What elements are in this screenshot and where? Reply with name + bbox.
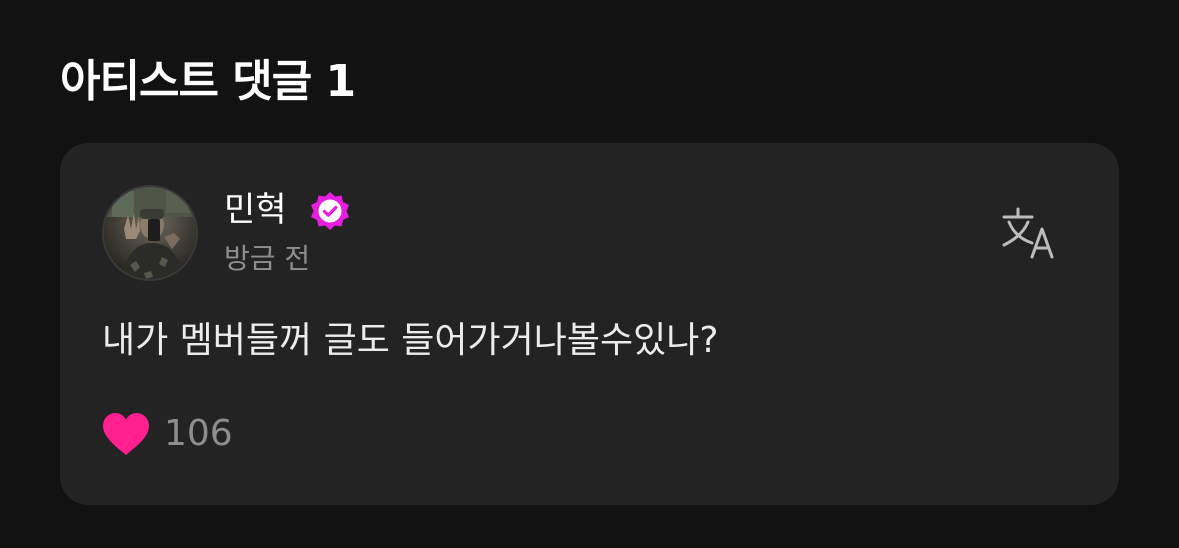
like-count: 106 [164, 413, 233, 454]
comment-timestamp: 방금 전 [224, 242, 311, 275]
section-title: 아티스트 댓글 1 [60, 56, 356, 107]
avatar[interactable] [102, 185, 198, 281]
heart-icon [103, 413, 149, 455]
avatar-photo [104, 187, 196, 279]
translate-button[interactable] [998, 201, 1062, 265]
artist-comment-card: 민혁 방금 전 내가 멤버들꺼 글도 들어가거나볼수있나? 106 [60, 143, 1119, 505]
author-name[interactable]: 민혁 [224, 187, 287, 233]
verified-badge-icon [308, 190, 352, 234]
comment-text: 내가 멤버들꺼 글도 들어가거나볼수있나? [102, 320, 719, 361]
like-button[interactable]: 106 [100, 409, 233, 459]
translate-icon [1002, 207, 1054, 259]
